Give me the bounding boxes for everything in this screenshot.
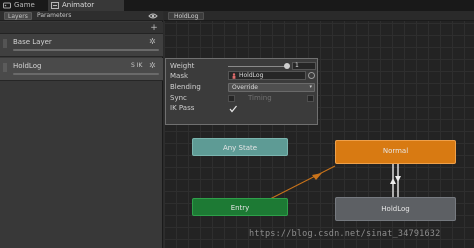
ik-pass-label: IK Pass — [170, 104, 195, 112]
layer-item-base-layer[interactable]: Base Layer ✲ — [0, 34, 163, 57]
layer-weight-bar — [13, 49, 159, 51]
drag-handle-icon[interactable] — [3, 63, 7, 72]
layer-settings-popup: Weight 1 Mask HoldLog Blending Override … — [165, 58, 318, 125]
weight-slider-handle[interactable] — [284, 63, 290, 69]
drag-handle-icon[interactable] — [3, 39, 7, 48]
weight-input[interactable]: 1 — [292, 62, 316, 70]
layers-panel: Layers Parameters + Base Layer ✲ HoldLog… — [0, 11, 163, 248]
sync-label: Sync — [170, 94, 187, 102]
mask-label: Mask — [170, 72, 189, 80]
state-node-normal[interactable]: Normal — [335, 140, 456, 164]
tab-animator-label: Animator — [62, 1, 95, 9]
add-layer-plus-icon[interactable]: + — [150, 24, 158, 33]
breadcrumb-item-holdlog[interactable]: HoldLog — [168, 12, 205, 20]
tab-layers[interactable]: Layers — [4, 12, 32, 20]
mask-field[interactable]: HoldLog — [228, 71, 306, 80]
tab-animator[interactable]: Animator — [48, 0, 124, 11]
mask-value: HoldLog — [239, 72, 264, 79]
window-tab-bar: Game Animator — [0, 0, 474, 11]
layer-weight-bar — [13, 73, 159, 75]
eye-icon[interactable] — [148, 12, 158, 20]
breadcrumb: HoldLog — [164, 11, 474, 21]
state-node-holdlog[interactable]: HoldLog — [335, 197, 456, 221]
object-picker-icon[interactable] — [308, 72, 315, 79]
dropdown-arrow-icon: ▾ — [309, 84, 312, 90]
tab-game-label: Game — [14, 1, 35, 9]
layer-item-holdlog[interactable]: HoldLog S IK ✲ — [0, 58, 163, 81]
blending-label: Blending — [170, 83, 201, 91]
add-layer-bar: + — [0, 22, 163, 34]
avatar-mask-icon — [232, 73, 236, 79]
timing-checkbox[interactable] — [307, 95, 314, 102]
ik-pass-checkbox[interactable] — [228, 105, 237, 113]
animator-icon — [51, 2, 59, 9]
tab-game[interactable]: Game — [0, 0, 48, 11]
check-icon — [229, 105, 237, 113]
layers-panel-tabs: Layers Parameters — [0, 11, 163, 21]
layer-name: Base Layer — [13, 38, 52, 46]
watermark: https://blog.csdn.net/sinat_34791632 — [249, 229, 441, 239]
blending-value: Override — [232, 84, 258, 91]
weight-label: Weight — [170, 62, 195, 70]
layer-name: HoldLog — [13, 62, 42, 70]
game-icon — [3, 2, 11, 9]
tab-parameters[interactable]: Parameters — [34, 12, 74, 20]
timing-label: Timing — [248, 94, 272, 102]
layer-flags: S IK — [131, 62, 143, 69]
sync-checkbox[interactable] — [228, 95, 235, 102]
state-node-entry[interactable]: Entry — [192, 198, 288, 216]
state-node-any-state[interactable]: Any State — [192, 138, 288, 156]
gear-icon[interactable]: ✲ — [149, 38, 157, 46]
weight-slider-track[interactable] — [228, 66, 288, 67]
blending-dropdown[interactable]: Override ▾ — [228, 83, 315, 92]
gear-icon[interactable]: ✲ — [149, 62, 157, 70]
